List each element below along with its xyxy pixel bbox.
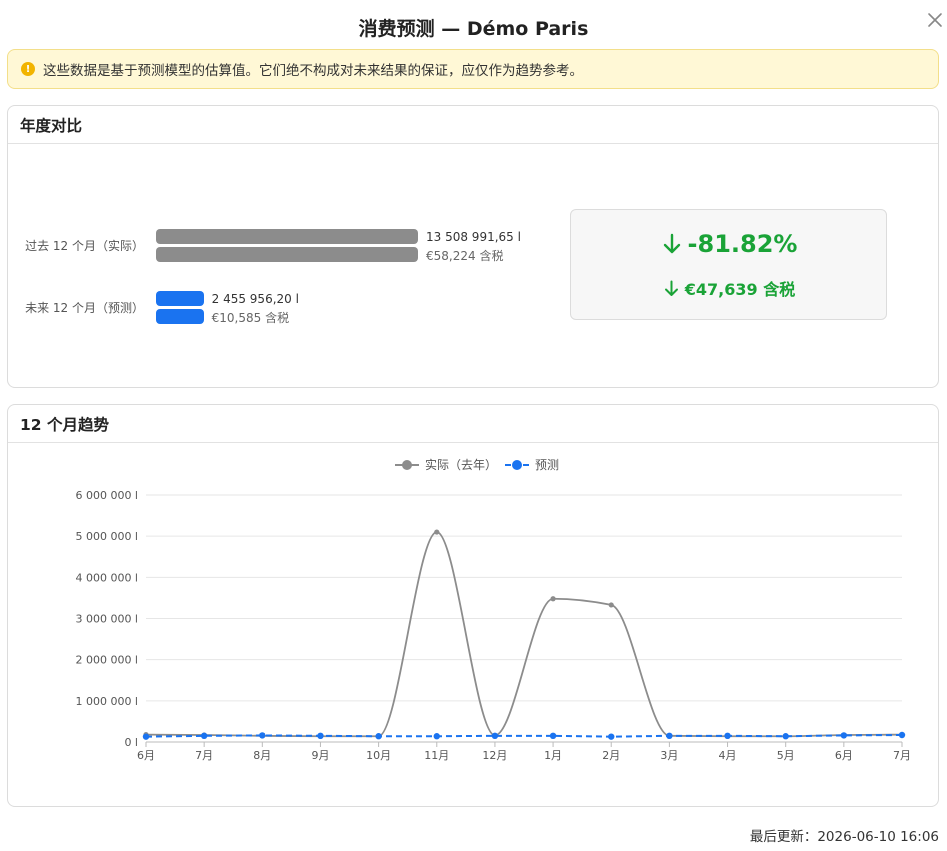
data-point [259, 732, 266, 739]
legend-marker [402, 460, 412, 470]
y-tick-label: 5 000 000 l [75, 530, 138, 543]
y-tick-label: 6 000 000 l [75, 489, 138, 502]
alert-text: 这些数据是基于预测模型的估算值。它们绝不构成对未来结果的保证，应仅作为趋势参考。 [43, 63, 583, 79]
change-amount: €47,639 含税 [571, 276, 888, 300]
y-tick-label: 2 000 000 l [75, 654, 138, 667]
data-point [724, 732, 731, 740]
warning-icon: ! [21, 62, 35, 76]
x-tick-label: 12月 [482, 749, 507, 762]
data-point [550, 596, 556, 602]
data-point [491, 732, 499, 740]
dialog-title: 消费预测 — Démo Paris [358, 18, 589, 40]
forecast-volume-value: 2 455 956,20 l [211, 292, 299, 306]
yearly-comparison-card: 年度对比 过去 12 个月（实际） 13 508 991,65 l €58,22… [7, 105, 939, 388]
x-tick-label: 9月 [311, 749, 329, 762]
x-tick-label: 3月 [660, 749, 678, 762]
x-tick-label: 6月 [137, 749, 155, 762]
x-tick-label: 8月 [253, 749, 271, 762]
legend-label: 实际（去年） [425, 457, 497, 472]
data-point [666, 732, 673, 740]
x-tick-label: 6月 [835, 749, 853, 762]
y-tick-label: 4 000 000 l [75, 571, 138, 584]
series-line [145, 531, 903, 738]
past-cost-value: €58,224 含税 [426, 249, 504, 263]
forecast-disclaimer-alert: ! 这些数据是基于预测模型的估算值。它们绝不构成对未来结果的保证，应仅作为趋势参… [7, 49, 939, 89]
data-point [782, 733, 789, 740]
data-point [898, 731, 906, 739]
x-tick-label: 11月 [424, 749, 449, 762]
past-volume-bar [156, 229, 418, 244]
legend-label: 预测 [535, 458, 559, 472]
change-summary-box: -81.82% €47,639 含税 [570, 209, 887, 320]
arrow-down-icon [663, 233, 680, 254]
data-point [434, 529, 440, 535]
trend-line-chart: 0 l 1 000 000 l 2 000 000 l 3 000 000 l 4 00… [75, 457, 911, 762]
x-tick-label: 10月 [366, 749, 391, 762]
y-tick-label: 0 l [124, 736, 138, 749]
data-point [608, 602, 614, 608]
forecast-volume-bar [156, 291, 204, 306]
x-tick-label: 5月 [777, 749, 795, 762]
card-title: 12 个月趋势 [8, 405, 938, 443]
data-point [549, 732, 557, 740]
forecast-cost-bar [156, 309, 204, 324]
x-tick-label: 4月 [719, 749, 737, 762]
y-tick-label: 3 000 000 l [75, 613, 138, 626]
past-12-months-label: 过去 12 个月（实际） [25, 239, 144, 253]
y-tick-label: 1 000 000 l [75, 695, 138, 708]
data-point [608, 733, 615, 740]
change-percent-value: -81.82% [687, 230, 798, 258]
trend-card: 12 个月趋势 0 l 1 000 000 l 2 000 000 l 3 000 0… [7, 404, 939, 807]
data-point [317, 732, 324, 740]
data-point [375, 733, 382, 740]
past-volume-value: 13 508 991,65 l [426, 230, 521, 244]
change-amount-value: €47,639 含税 [684, 280, 796, 299]
x-tick-label: 7月 [195, 749, 213, 762]
change-percent: -81.82% [571, 230, 888, 258]
next-12-months-label: 未来 12 个月（预测） [25, 301, 144, 315]
x-tick-label: 2月 [602, 749, 620, 762]
past-cost-bar [156, 247, 418, 262]
arrow-down-icon [664, 280, 678, 296]
data-point [142, 733, 150, 740]
forecast-cost-value: €10,585 含税 [211, 311, 290, 325]
card-title: 年度对比 [8, 106, 938, 144]
legend-marker [512, 460, 522, 470]
last-updated-text: 最后更新：2026-06-10 16:06 [749, 829, 939, 845]
data-point [840, 732, 848, 739]
x-tick-label: 7月 [893, 749, 911, 762]
x-tick-label: 1月 [544, 749, 562, 762]
data-point [200, 732, 208, 740]
close-icon[interactable] [926, 11, 944, 29]
data-point [433, 733, 440, 740]
